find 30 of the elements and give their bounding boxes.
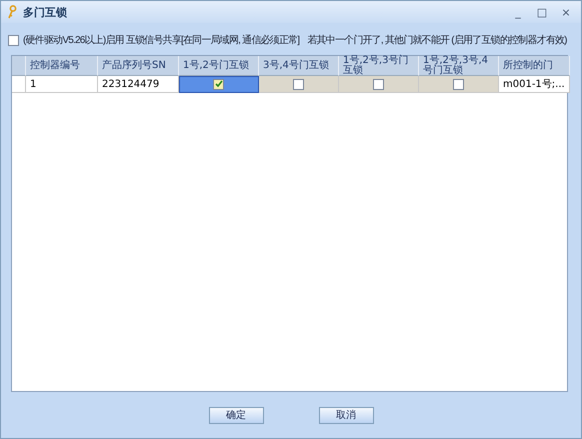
- column-header[interactable]: 1号,2号,3号门互锁: [339, 56, 419, 76]
- column-header[interactable]: 控制器编号: [26, 56, 98, 76]
- table-cell[interactable]: [259, 76, 339, 93]
- column-header[interactable]: 产品序列号SN: [98, 56, 179, 76]
- table-cell: 1: [26, 76, 98, 93]
- table-cell-text: m001-1号;: [503, 78, 556, 91]
- column-header[interactable]: 1号,2号,3号,4号门互锁: [419, 56, 499, 76]
- table-cell[interactable]: [419, 76, 499, 93]
- window-title: 多门互锁: [23, 4, 68, 20]
- column-header[interactable]: 所控制的门: [499, 56, 570, 76]
- key-icon: [7, 5, 17, 19]
- checkbox[interactable]: [8, 34, 19, 46]
- option-label: (硬件驱动V5.26以上)启用 互锁信号共享[在同一局域网, 通信必须正常]: [23, 34, 300, 47]
- checkbox[interactable]: [373, 78, 384, 90]
- table-cell[interactable]: [179, 76, 259, 93]
- option-note: 若其中一个门开了, 其他门就不能开 (启用了互锁的控制器才有效): [307, 34, 567, 47]
- window-control-button[interactable]: □: [533, 6, 551, 18]
- table-cell: 223124479: [98, 76, 179, 93]
- dialog-button[interactable]: 确定: [208, 406, 264, 424]
- table-cell[interactable]: [339, 76, 419, 93]
- column-header[interactable]: 3号,4号门互锁: [259, 56, 339, 76]
- more-link[interactable]: ...: [555, 78, 565, 90]
- checkbox[interactable]: [453, 78, 464, 90]
- header-cell: [12, 56, 26, 76]
- window-control-button[interactable]: ×: [557, 6, 575, 18]
- column-header[interactable]: 1号,2号门互锁: [179, 56, 259, 76]
- checkbox[interactable]: [213, 78, 224, 90]
- dialog-button[interactable]: 取消: [318, 406, 374, 424]
- checkbox[interactable]: [293, 78, 304, 90]
- window-control-button[interactable]: _: [509, 6, 527, 18]
